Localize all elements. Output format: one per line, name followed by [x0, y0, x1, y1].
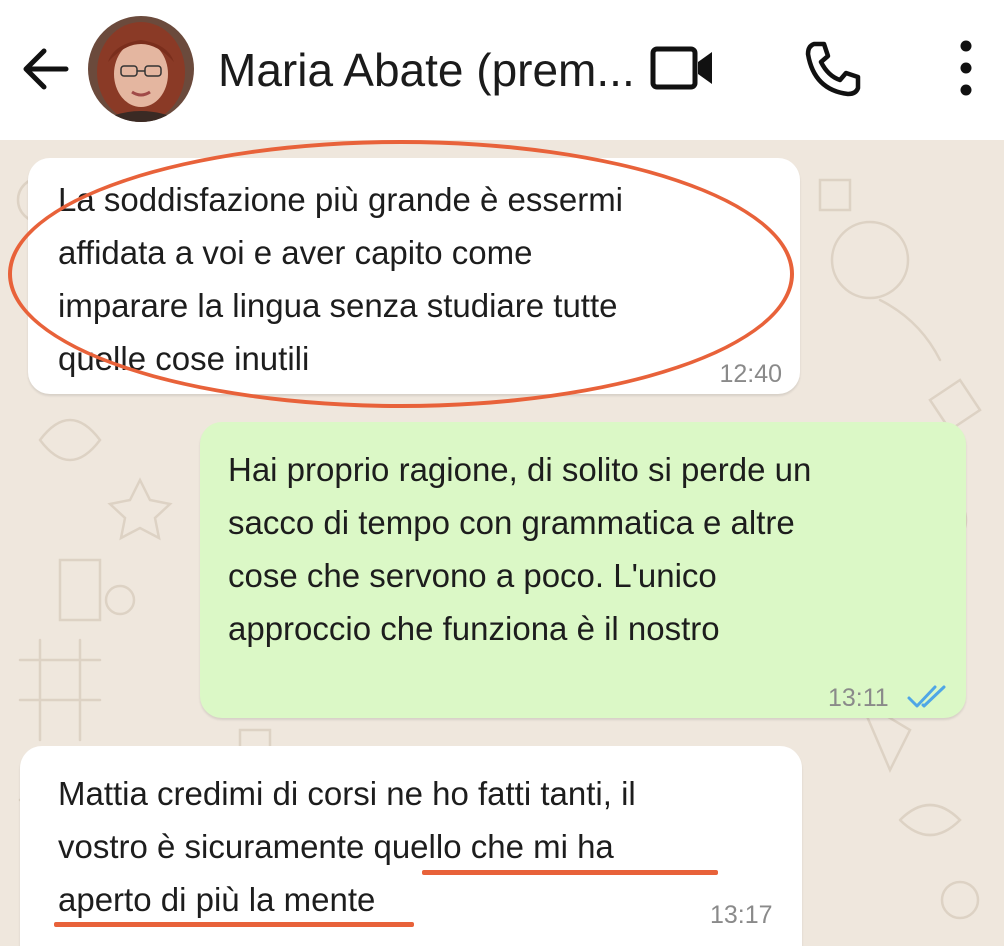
voice-call-button[interactable] [800, 36, 864, 100]
phone-icon [805, 41, 861, 97]
message-text: Mattia credimi di corsi ne ho fatti tant… [58, 767, 636, 926]
video-camera-icon [650, 46, 712, 90]
highlight-underline [422, 870, 718, 875]
chat-header: Maria Abate (prem... [0, 0, 1004, 140]
message-line: vostro è sicuramente quello che mi ha [58, 828, 614, 865]
message-bubble-incoming[interactable]: La soddisfazione più grande è essermi af… [28, 158, 800, 394]
avatar[interactable] [88, 16, 194, 122]
message-bubble-outgoing[interactable]: Hai proprio ragione, di solito si perde … [200, 422, 966, 718]
more-options-button[interactable] [946, 36, 986, 100]
back-button[interactable] [18, 42, 72, 96]
double-check-read-icon [907, 685, 946, 708]
arrow-left-icon [23, 48, 69, 90]
message-line: aperto di più la mente [58, 881, 376, 918]
message-time: 12:40 [719, 360, 782, 388]
message-line: Mattia credimi di corsi ne ho fatti tant… [58, 775, 636, 812]
contact-name[interactable]: Maria Abate (prem... [218, 40, 648, 100]
message-time: 13:11 [828, 684, 889, 712]
message-line: sacco di tempo con grammatica e altre [228, 504, 795, 541]
message-time: 13:17 [710, 901, 773, 929]
message-line: Hai proprio ragione, di solito si perde … [228, 451, 812, 488]
highlight-underline [54, 922, 414, 927]
message-text: La soddisfazione più grande è essermi af… [58, 173, 623, 385]
more-vertical-icon [960, 40, 972, 96]
message-bubble-incoming[interactable]: Mattia credimi di corsi ne ho fatti tant… [20, 746, 802, 946]
message-line: La soddisfazione più grande è essermi [58, 181, 624, 218]
message-line: imparare la lingua senza studiare tutte [58, 287, 618, 324]
message-line: cose che servono a poco. L'unico [228, 557, 717, 594]
message-text: Hai proprio ragione, di solito si perde … [228, 443, 811, 655]
message-line: affidata a voi e aver capito come [58, 234, 533, 271]
video-call-button[interactable] [648, 40, 718, 96]
message-line: approccio che funziona è il nostro [228, 610, 720, 647]
message-line: quelle cose inutili [58, 340, 310, 377]
